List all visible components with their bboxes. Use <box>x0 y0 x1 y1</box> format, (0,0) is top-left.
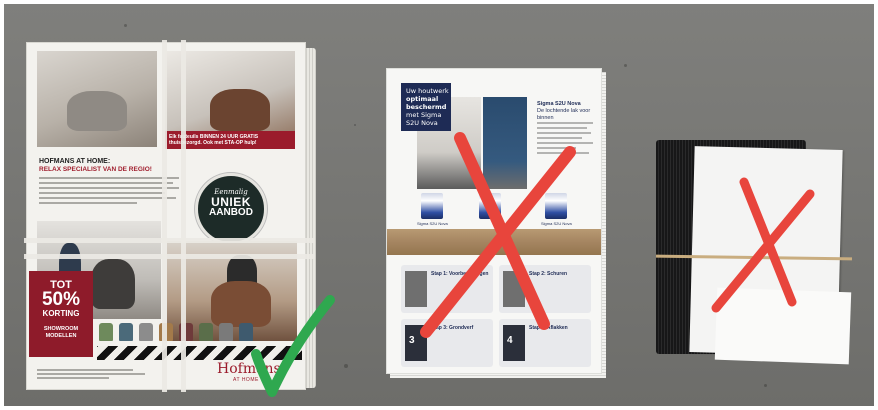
green-check-icon <box>251 295 335 397</box>
annotation-overlay <box>251 132 815 397</box>
red-cross-icon <box>420 132 576 338</box>
red-cross-icon <box>711 177 815 313</box>
concrete-floor-photo: Elk fauteuils BINNEN 24 UUR GRATIS thuis… <box>4 4 874 406</box>
